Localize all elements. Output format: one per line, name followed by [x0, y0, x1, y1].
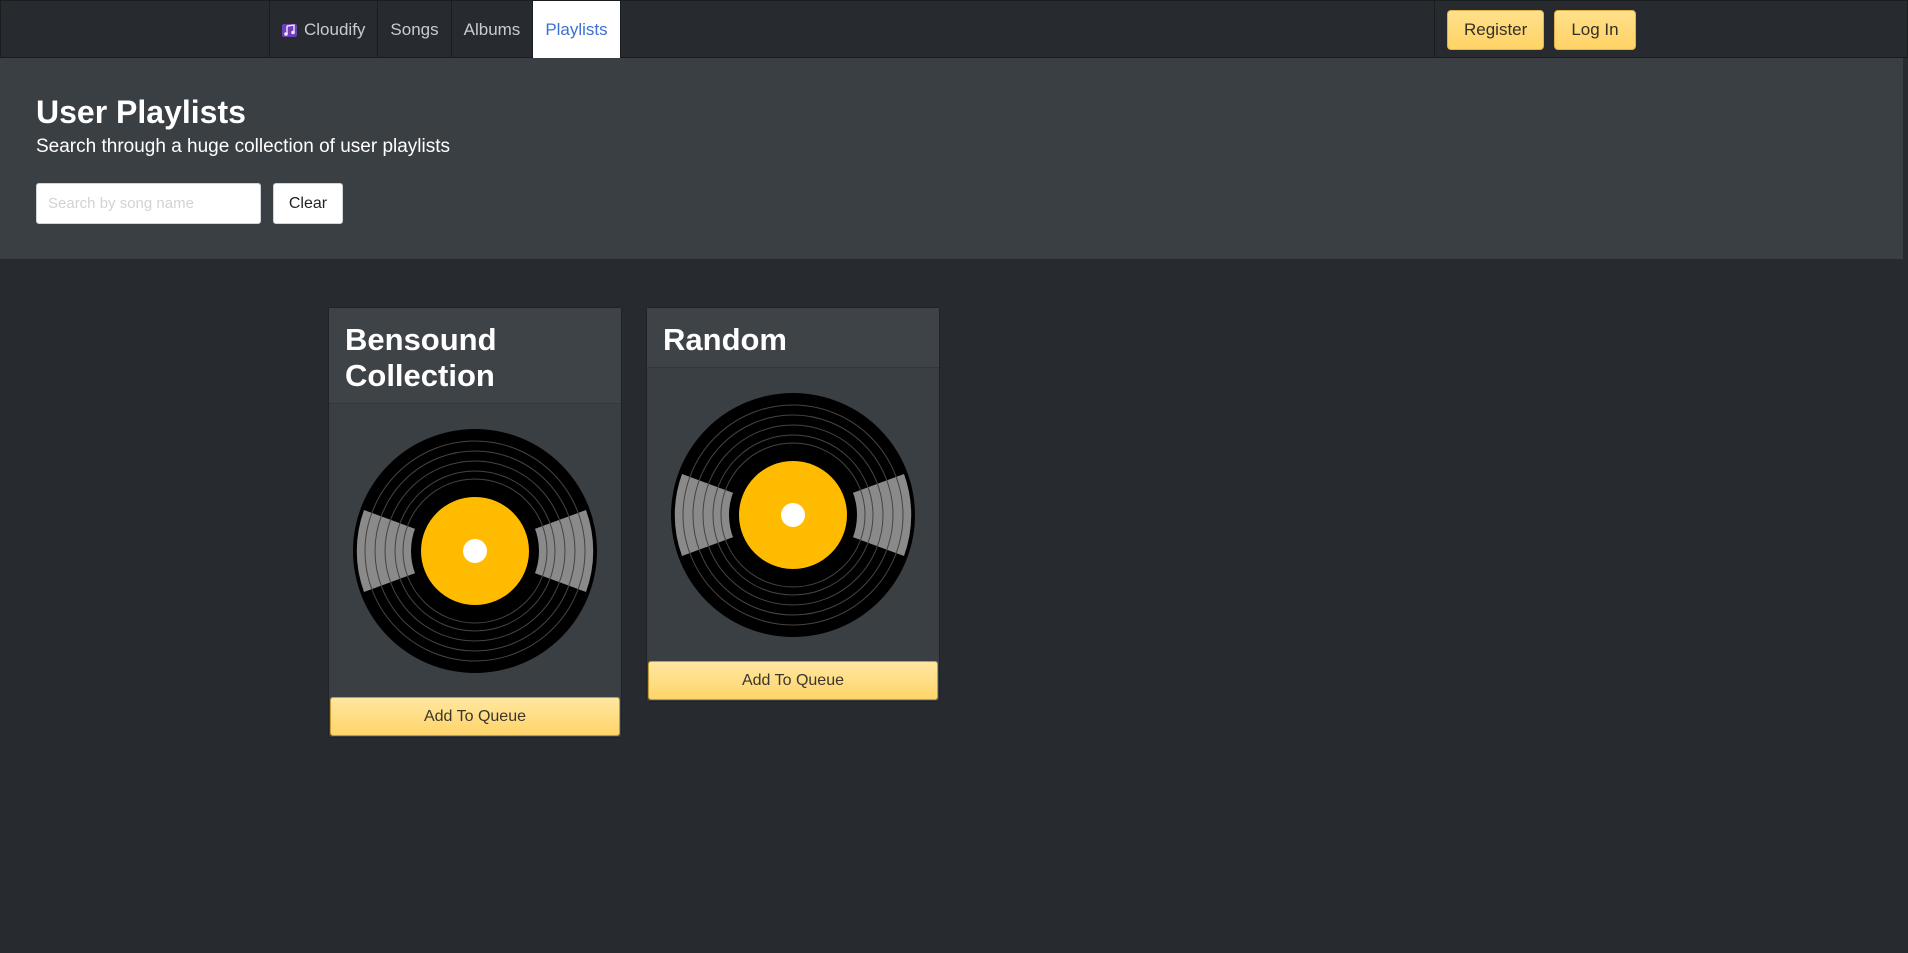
vinyl-record-icon	[671, 392, 915, 637]
playlist-card: Random Add To Queue	[646, 307, 940, 702]
card-header: Random	[647, 308, 939, 368]
nav-links: Cloudify Songs Albums Playlists	[269, 1, 621, 58]
add-to-queue-button[interactable]: Add To Queue	[648, 661, 938, 700]
playlist-card: Bensound Collection Add To Queue	[328, 307, 622, 738]
nav-songs[interactable]: Songs	[378, 1, 452, 58]
brand-label: Cloudify	[304, 19, 366, 39]
add-to-queue-button[interactable]: Add To Queue	[330, 697, 620, 736]
login-button[interactable]: Log In	[1554, 9, 1636, 50]
clear-button[interactable]: Clear	[273, 183, 343, 224]
nav-songs-label: Songs	[390, 19, 439, 39]
card-header: Bensound Collection	[329, 308, 621, 404]
search-input[interactable]	[36, 183, 261, 224]
nav-playlists-label: Playlists	[545, 19, 608, 39]
card-body	[647, 368, 939, 661]
vinyl-record-icon	[353, 428, 597, 673]
playlist-title: Random	[663, 322, 787, 357]
page-subtitle: Search through a huge collection of user…	[36, 136, 451, 157]
card-body	[329, 404, 621, 697]
nav-albums[interactable]: Albums	[452, 1, 534, 58]
brand-link[interactable]: Cloudify	[270, 1, 379, 58]
music-notes-icon	[282, 23, 297, 37]
playlist-title: Bensound Collection	[345, 322, 497, 393]
nav-playlists[interactable]: Playlists	[533, 1, 621, 58]
nav-albums-label: Albums	[463, 19, 521, 39]
register-button[interactable]: Register	[1447, 9, 1545, 50]
hero-section: User Playlists Search through a huge col…	[0, 58, 1903, 259]
navbar: Cloudify Songs Albums Playlists Register…	[0, 0, 1908, 58]
auth-buttons: Register Log In	[1434, 1, 1636, 58]
page-title: User Playlists	[36, 94, 246, 130]
